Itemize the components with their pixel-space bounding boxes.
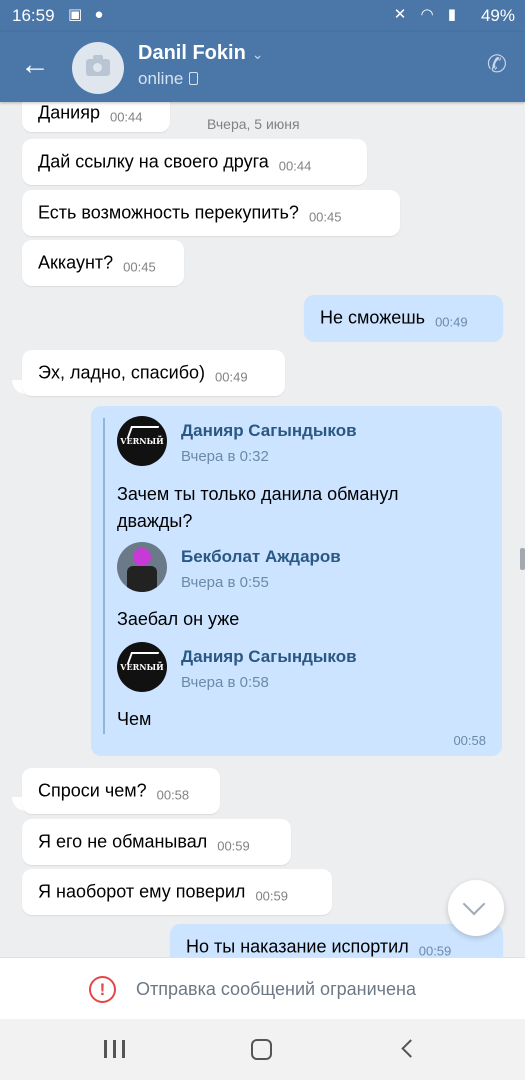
- online-status-text: online: [138, 69, 184, 88]
- camera-icon: [86, 55, 110, 76]
- forwarded-messages[interactable]: VERNЫЙ Данияр Сагындыков Вчера в 0:32 За…: [91, 406, 502, 756]
- message-text: Данияр: [38, 102, 100, 123]
- message-text: Спроси чем?: [38, 780, 147, 801]
- contact-name-text: Danil Fokin: [138, 42, 246, 64]
- chevron-down-icon: ⌄: [251, 46, 264, 62]
- recent-apps-icon[interactable]: [104, 1040, 126, 1058]
- forward-author[interactable]: Данияр Сагындыков: [181, 647, 357, 667]
- restriction-text: Отправка сообщений ограничена: [136, 979, 416, 999]
- message-incoming[interactable]: Я его не обманывал 00:59: [22, 819, 291, 865]
- message-time: 00:45: [308, 209, 342, 225]
- contact-name[interactable]: Danil Fokin ⌄: [138, 42, 264, 65]
- message-text: Аккаунт?: [38, 252, 114, 273]
- forward-bar: [103, 418, 105, 734]
- message-time: 00:45: [123, 259, 156, 275]
- message-incoming[interactable]: Дай ссылку на своего друга 00:44: [22, 139, 367, 185]
- forward-text: Заебал он уже: [117, 609, 240, 629]
- phone-call-icon[interactable]: ✆: [487, 50, 507, 79]
- message-incoming[interactable]: Есть возможность перекупить? 00:45: [22, 190, 400, 236]
- message-text: Я наоборот ему поверил: [38, 881, 246, 902]
- notification-icons: ▣ ●: [68, 6, 108, 23]
- status-time: 16:59: [12, 6, 55, 25]
- home-icon[interactable]: [251, 1039, 272, 1060]
- message-time: 00:58: [453, 733, 486, 748]
- chat-header: ← Danil Fokin ⌄ online ✆: [0, 32, 525, 102]
- forward-date: Вчера в 0:58: [181, 674, 269, 691]
- message-incoming[interactable]: Эх, ладно, спасибо) 00:49: [22, 350, 285, 396]
- date-separator: Вчера, 5 июня: [207, 116, 300, 132]
- message-text: Эх, ладно, спасибо): [38, 362, 206, 383]
- message-list[interactable]: Вчера, 5 июня Данияр 00:44 Дай ссылку на …: [0, 102, 525, 957]
- message-time: 00:58: [156, 787, 190, 803]
- message-time: 00:44: [109, 109, 143, 125]
- message-outgoing[interactable]: Не сможешь 00:49: [304, 295, 503, 341]
- contact-status: online: [138, 69, 199, 89]
- message-incoming[interactable]: Аккаунт? 00:45: [22, 240, 184, 286]
- mobile-icon: [189, 72, 199, 85]
- system-icons: ✕ ◠ ▮: [393, 6, 461, 23]
- message-incoming[interactable]: Спроси чем? 00:58: [22, 768, 220, 814]
- forward-text: Зачем ты только данила обманул дважды?: [117, 484, 399, 531]
- battery-level: 49%: [480, 6, 515, 25]
- status-bar: 16:59 ▣ ● ✕ ◠ ▮ 49%: [0, 0, 525, 32]
- chevron-down-icon: [462, 892, 486, 916]
- avatar[interactable]: VERNЫЙ: [117, 642, 167, 692]
- message-text: Не сможешь: [320, 307, 426, 328]
- alert-icon: !: [89, 976, 116, 1003]
- back-icon[interactable]: [401, 1039, 420, 1058]
- message-text: Есть возможность перекупить?: [38, 202, 299, 223]
- message-time: 00:59: [255, 888, 288, 904]
- person-icon: [127, 566, 157, 592]
- system-nav-bar: [0, 1019, 525, 1080]
- message-time: 00:44: [278, 158, 312, 174]
- message-text: Но ты наказание испортил: [186, 936, 409, 957]
- message-text: Я его не обманывал: [38, 831, 208, 852]
- forward-date: Вчера в 0:55: [181, 574, 269, 591]
- restriction-banner: ! Отправка сообщений ограничена: [0, 957, 525, 1020]
- message-time: 00:59: [217, 838, 250, 854]
- message-incoming[interactable]: Я наоборот ему поверил 00:59: [22, 869, 332, 915]
- avatar-logo-text: VERNЫЙ: [120, 662, 164, 672]
- avatar[interactable]: [117, 542, 167, 592]
- message-text: Дай ссылку на своего друга: [38, 151, 269, 172]
- scrollbar[interactable]: [520, 548, 525, 570]
- message-time: 00:59: [418, 943, 452, 958]
- message-time: 00:49: [435, 314, 468, 330]
- avatar-logo-text: VERNЫЙ: [120, 436, 164, 446]
- cat-mask-icon: [133, 548, 151, 566]
- message-incoming[interactable]: Данияр 00:44: [22, 102, 170, 132]
- avatar[interactable]: [72, 42, 124, 94]
- forward-author[interactable]: Данияр Сагындыков: [181, 421, 357, 441]
- avatar[interactable]: VERNЫЙ: [117, 416, 167, 466]
- back-arrow-icon[interactable]: ←: [20, 48, 54, 82]
- scroll-down-button[interactable]: [448, 880, 504, 936]
- forward-date: Вчера в 0:32: [181, 448, 269, 465]
- forward-text: Чем: [117, 709, 152, 729]
- message-time: 00:49: [215, 369, 248, 385]
- message-outgoing[interactable]: Но ты наказание испортил 00:59: [170, 924, 503, 957]
- forward-author[interactable]: Бекболат Аждаров: [181, 547, 341, 567]
